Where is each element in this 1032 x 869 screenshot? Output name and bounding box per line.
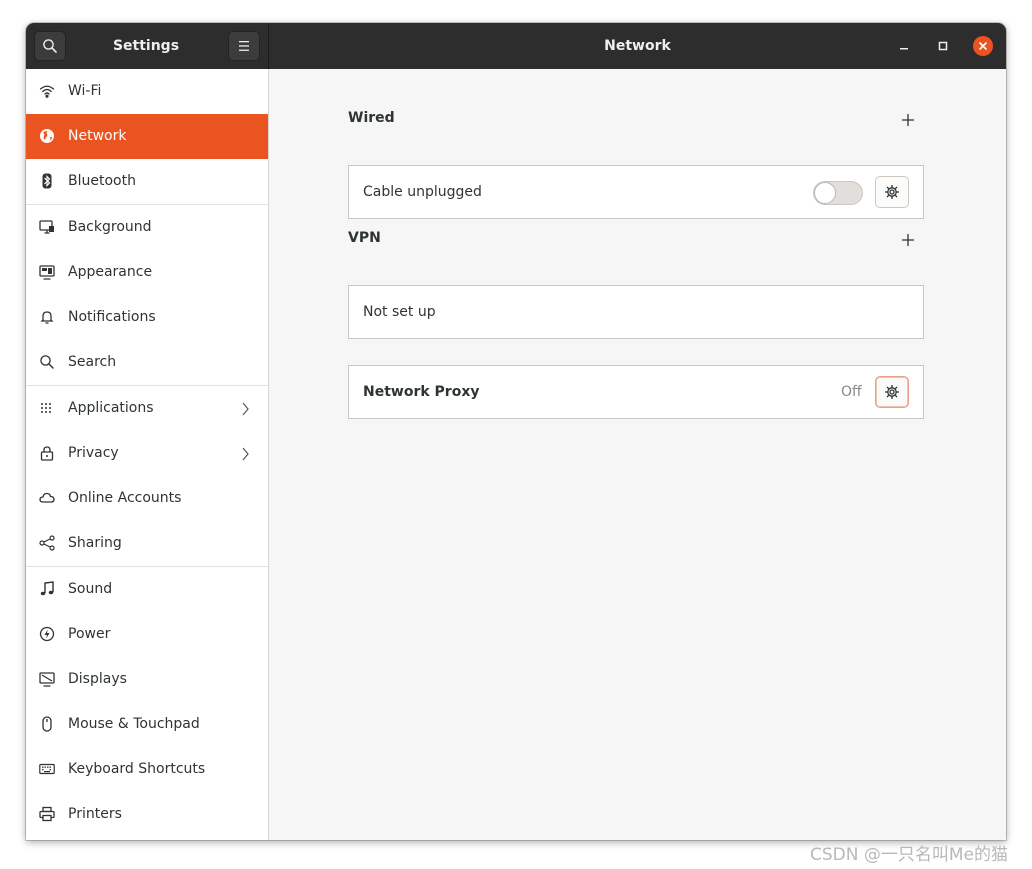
gear-icon <box>885 385 899 399</box>
hamburger-menu-icon <box>239 41 249 51</box>
sidebar-item-network[interactable]: Network <box>26 114 268 159</box>
sidebar-item-displays[interactable]: Displays <box>26 657 268 702</box>
sidebar-item-label: Appearance <box>68 264 153 280</box>
search-button[interactable] <box>34 31 66 61</box>
cloud-icon <box>39 490 55 506</box>
background-icon <box>39 219 55 235</box>
network-proxy-row[interactable]: Network Proxy Off <box>348 365 924 419</box>
sidebar-item-background[interactable]: Background <box>26 205 268 250</box>
app-title: Settings <box>112 38 180 54</box>
sidebar-item-label: Privacy <box>68 445 119 461</box>
sidebar-item-label: Keyboard Shortcuts <box>68 761 206 777</box>
keyboard-icon <box>39 761 55 777</box>
music-note-icon <box>39 581 55 597</box>
sidebar-item-label: Mouse & Touchpad <box>68 716 200 732</box>
header-bar: Settings Network <box>26 23 1006 69</box>
maximize-icon <box>938 41 948 51</box>
proxy-settings-button[interactable] <box>875 376 909 408</box>
sidebar-item-label: Applications <box>68 400 154 416</box>
sidebar-item-wifi[interactable]: Wi-Fi <box>26 69 268 114</box>
wired-status-label: Cable unplugged <box>363 184 482 200</box>
sidebar-header: Settings <box>26 23 269 69</box>
sidebar-item-label: Sound <box>68 581 113 597</box>
search-icon <box>39 354 55 370</box>
sidebar-item-label: Wi-Fi <box>68 83 102 99</box>
sidebar-item-notifications[interactable]: Notifications <box>26 295 268 340</box>
switch-knob <box>814 182 836 204</box>
search-icon <box>43 39 57 53</box>
vpn-row: Not set up <box>348 285 924 339</box>
sidebar-item-sound[interactable]: Sound <box>26 567 268 612</box>
sidebar-item-online-accounts[interactable]: Online Accounts <box>26 476 268 521</box>
printer-icon <box>39 806 55 822</box>
sidebar-item-label: Online Accounts <box>68 490 182 506</box>
sidebar-item-power[interactable]: Power <box>26 612 268 657</box>
sidebar-item-label: Search <box>68 354 117 370</box>
bell-icon <box>39 309 55 325</box>
sidebar-item-label: Network <box>68 128 127 144</box>
wifi-icon <box>39 83 55 99</box>
sidebar-item-applications[interactable]: Applications <box>26 386 268 431</box>
sidebar: Wi-Fi Network Bluetooth Background Appea… <box>26 69 269 840</box>
proxy-status: Off <box>841 384 862 400</box>
sidebar-item-mouse-touchpad[interactable]: Mouse & Touchpad <box>26 702 268 747</box>
vpn-section-title: VPN <box>348 230 381 246</box>
appearance-icon <box>39 264 55 280</box>
sidebar-item-label: Background <box>68 219 152 235</box>
sidebar-item-label: Notifications <box>68 309 156 325</box>
minimize-icon <box>900 48 908 50</box>
globe-icon <box>39 128 55 144</box>
close-icon <box>979 42 987 50</box>
sidebar-item-bluetooth[interactable]: Bluetooth <box>26 159 268 204</box>
sidebar-item-label: Power <box>68 626 111 642</box>
mouse-icon <box>39 716 55 732</box>
sidebar-item-sharing[interactable]: Sharing <box>26 521 268 566</box>
sidebar-item-printers[interactable]: Printers <box>26 792 268 837</box>
menu-button[interactable] <box>228 31 260 61</box>
chevron-right-icon <box>242 402 249 416</box>
vpn-status-label: Not set up <box>363 304 436 320</box>
lock-icon <box>39 445 55 461</box>
wired-section-title: Wired <box>348 110 395 126</box>
watermark: CSDN @一只名叫Me的猫 <box>810 845 1008 865</box>
apps-grid-icon <box>39 400 55 416</box>
power-icon <box>39 626 55 642</box>
settings-window: Settings Network Wi-Fi Network Bluetooth… <box>26 23 1006 840</box>
chevron-right-icon <box>242 447 249 461</box>
sidebar-item-keyboard-shortcuts[interactable]: Keyboard Shortcuts <box>26 747 268 792</box>
maximize-button[interactable] <box>933 36 953 56</box>
add-wired-button[interactable] <box>901 113 915 127</box>
minimize-button[interactable] <box>894 36 914 56</box>
add-vpn-button[interactable] <box>901 233 915 247</box>
bluetooth-icon <box>39 173 55 189</box>
sidebar-item-label: Sharing <box>68 535 122 551</box>
gear-icon <box>885 185 899 199</box>
display-icon <box>39 671 55 687</box>
sidebar-item-appearance[interactable]: Appearance <box>26 250 268 295</box>
sidebar-item-privacy[interactable]: Privacy <box>26 431 268 476</box>
network-panel: Wired Cable unplugged VPN Not set up Net… <box>269 69 1006 840</box>
network-proxy-label: Network Proxy <box>363 384 480 400</box>
close-button[interactable] <box>973 36 993 56</box>
sidebar-item-search[interactable]: Search <box>26 340 268 385</box>
wired-settings-button[interactable] <box>875 176 909 208</box>
sidebar-item-label: Displays <box>68 671 127 687</box>
wired-connection-row: Cable unplugged <box>348 165 924 219</box>
sidebar-item-label: Printers <box>68 806 122 822</box>
sidebar-item-label: Bluetooth <box>68 173 136 189</box>
wired-toggle-switch[interactable] <box>813 181 863 205</box>
share-icon <box>39 535 55 551</box>
